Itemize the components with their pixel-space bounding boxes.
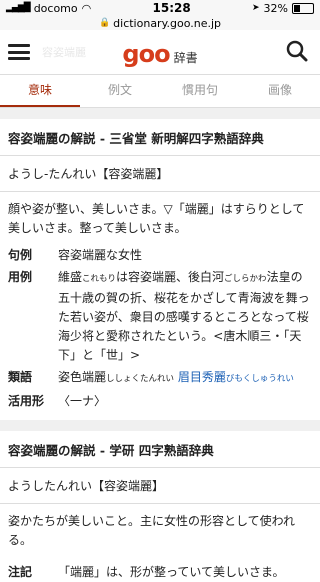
entry-reading: ようしたんれい【容姿端麗】 (0, 468, 320, 504)
entry-definition: 顔や姿が整い、美しいさま。▽「端麗」はすらりとして美しいさま。整って美しいさま。 (8, 202, 305, 235)
row-ruigo: 類語 姿色端麗ししょくたんれい 眉目秀麗びもくしゅうれい (0, 368, 320, 389)
logo-sub: 辞書 (173, 50, 198, 65)
site-header: 容姿端麗 goo 辞書 (0, 30, 320, 75)
synonym-link[interactable]: 眉目秀麗びもくしゅうれい (178, 370, 294, 384)
tab-idioms[interactable]: 慣用句 (160, 75, 240, 107)
row-key: 用例 (8, 270, 33, 284)
entry-title: 容姿端麗の解説 - 三省堂 新明解四字熟語辞典 (0, 119, 320, 156)
section-gap (0, 420, 320, 431)
row-yourei: 用例 維盛これもりは容姿端麗、後白河ごしらかわ法皇の五十歳の賀の折、桜花をかざし… (0, 268, 320, 365)
carrier-info: ▂▄▆█ docomo ◠ (6, 2, 91, 15)
menu-icon[interactable] (8, 44, 30, 60)
row-value: 維盛これもりは容姿端麗、後白河ごしらかわ法皇の五十歳の賀の折、桜花をかざして青海… (58, 270, 310, 362)
row-value: 〈一ナ〉 (58, 394, 107, 408)
site-logo[interactable]: goo 辞書 (122, 40, 197, 68)
row-value: 姿色端麗ししょくたんれい 眉目秀麗びもくしゅうれい (58, 370, 294, 384)
search-term-ghost: 容姿端麗 (42, 46, 86, 59)
location-icon: ➤ (252, 3, 260, 13)
battery-percent: 32% (263, 1, 288, 15)
status-bar: ▂▄▆█ docomo ◠ 15:28 ➤ 32% (0, 0, 320, 16)
row-katsuyou: 活用形 〈一ナ〉 (0, 392, 320, 411)
row-key: 活用形 (8, 394, 45, 408)
battery-info: ➤ 32% (252, 2, 314, 15)
row-kurei: 句例 容姿端麗な女性 (0, 246, 320, 265)
tab-examples[interactable]: 例文 (80, 75, 160, 107)
row-value: 「端麗」は、形が整っていて美しいさま。 (58, 565, 285, 579)
section-gap (0, 108, 320, 119)
entry-gakken: 容姿端麗の解説 - 学研 四字熟語辞典 ようしたんれい【容姿端麗】 姿かたちが美… (0, 431, 320, 582)
wifi-icon: ◠ (81, 1, 92, 15)
url-text: dictionary.goo.ne.jp (113, 16, 222, 30)
row-key: 句例 (8, 248, 33, 262)
tab-bar: 意味 例文 慣用句 画像 (0, 75, 320, 108)
row-chuuki: 注記 「端麗」は、形が整っていて美しいさま。 (0, 563, 320, 582)
row-key: 類語 (8, 370, 33, 384)
address-bar[interactable]: 🔒 dictionary.goo.ne.jp (0, 16, 320, 30)
battery-icon (292, 2, 314, 14)
entry-reading: ようし-たんれい【容姿端麗】 (0, 156, 320, 192)
tab-meaning[interactable]: 意味 (0, 75, 80, 107)
row-key: 注記 (8, 565, 33, 579)
carrier-label: docomo (33, 1, 78, 15)
logo-text: goo (122, 40, 170, 68)
clock: 15:28 (152, 1, 191, 15)
tab-images[interactable]: 画像 (240, 75, 320, 107)
signal-icon: ▂▄▆█ (6, 3, 31, 13)
row-value: 容姿端麗な女性 (58, 248, 143, 262)
entry-definition: 姿かたちが美しいこと。主に女性の形容として使われる。 (8, 514, 296, 547)
entry-sanseido: 容姿端麗の解説 - 三省堂 新明解四字熟語辞典 ようし-たんれい【容姿端麗】 顔… (0, 119, 320, 411)
search-icon[interactable] (286, 40, 308, 66)
entry-title: 容姿端麗の解説 - 学研 四字熟語辞典 (0, 431, 320, 468)
lock-icon: 🔒 (98, 18, 111, 28)
